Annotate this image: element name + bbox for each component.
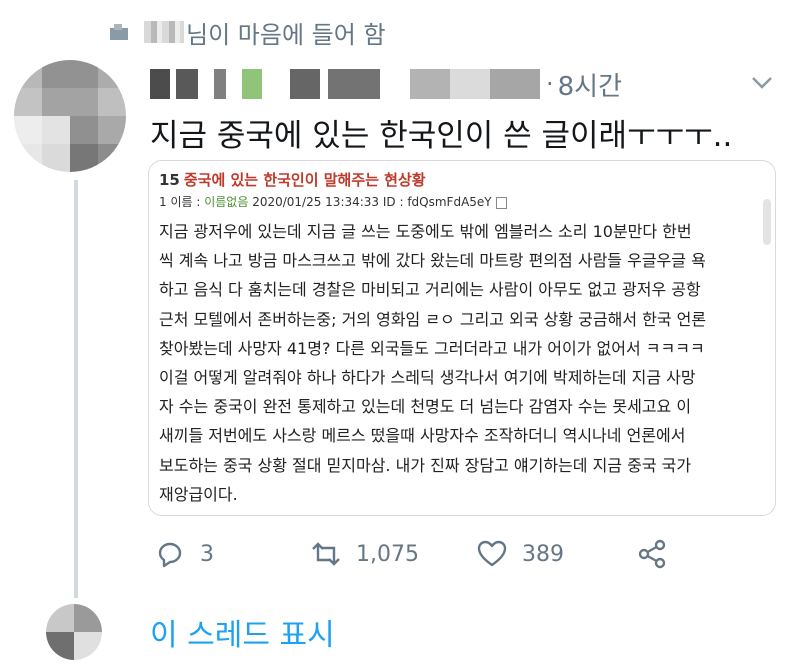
quote-line: 이걸 어떻게 알려줘야 하나 하다가 스레딕 생각나서 여기에 박제하는데 지금… [159, 368, 696, 388]
reply-icon [158, 542, 182, 568]
quote-line: 자 수는 중국이 완전 통제하고 있는데 천명도 더 넘는다 감염자 수는 못세… [159, 397, 692, 417]
tweet-timestamp[interactable]: 8시간 [558, 66, 622, 103]
tweet-text: 지금 중국에 있는 한국인이 쓴 글이래ㅜㅜㅜ.. [150, 118, 733, 154]
tweet-header: · 8시간 [150, 64, 622, 104]
thread-author-avatar[interactable] [46, 604, 102, 660]
retweet-count: 1,075 [356, 541, 419, 567]
thread-connector-line [74, 180, 78, 598]
quote-meta-prefix: 1 이름 : [159, 195, 205, 209]
quote-line: 지금 광저우에 있는데 지금 글 쓰는 도중에도 밖에 엠블러스 소리 10분만… [159, 222, 692, 241]
retweet-icon [312, 542, 340, 566]
social-context: 님이 마음에 들어 함 [108, 12, 386, 52]
retweet-button[interactable]: 1,075 [310, 536, 419, 572]
quote-body: 지금 광저우에 있는데 지금 글 쓰는 도중에도 밖에 엠블러스 소리 10분만… [159, 217, 765, 509]
quote-line: 씩 계속 나고 방금 마스크쓰고 밖에 갔다 왔는데 마트랑 편의점 사람들 우… [159, 251, 706, 271]
quote-author-name: 이름없음 [204, 195, 249, 209]
share-icon [638, 539, 666, 569]
liker-name-redacted [144, 21, 184, 43]
like-button[interactable]: 389 [476, 536, 564, 572]
copy-icon [495, 196, 507, 209]
heart-liked-icon [110, 24, 128, 40]
quote-line: 새끼들 저번에도 사스랑 메르스 떴을때 사망자수 조작하더니 역시나네 언론에… [159, 426, 686, 446]
author-name-redacted[interactable] [150, 69, 540, 99]
author-avatar[interactable] [14, 60, 126, 172]
embedded-screenshot-card[interactable]: 15 중국에 있는 한국인이 말해주는 현상황 1 이름 : 이름없음 2020/… [148, 160, 776, 516]
quote-line: 보도하는 중국 상황 절대 믿지마삼. 내가 진짜 장담고 얘기하는데 지금 중… [159, 455, 692, 475]
social-context-text: 님이 마음에 들어 함 [186, 20, 386, 49]
share-button[interactable] [636, 536, 668, 572]
quote-line: 하고 음식 다 훔치는데 경찰은 마비되고 거리에는 사람이 아무도 없고 광저… [159, 280, 701, 300]
quote-post-number: 15 [159, 171, 180, 189]
heart-icon [477, 540, 507, 567]
reply-count: 3 [200, 541, 214, 567]
quote-line: 근처 모텔에서 존버하는중; 거의 영화임 ㄹㅇ 그리고 외국 상황 궁금해서 … [159, 309, 707, 329]
quote-title: 15 중국에 있는 한국인이 말해주는 현상황 [159, 169, 426, 190]
quote-meta-rest: 2020/01/25 13:34:33 ID : fdQsmFdA5eY [248, 195, 492, 209]
quote-line: 재앙급이다. [159, 484, 238, 504]
quote-meta: 1 이름 : 이름없음 2020/01/25 13:34:33 ID : fdQ… [159, 193, 507, 210]
tweet-actions: 3 1,075 389 [154, 536, 674, 572]
show-thread-link[interactable]: 이 스레드 표시 [150, 610, 335, 654]
chevron-down-icon[interactable] [750, 74, 774, 92]
reply-button[interactable]: 3 [154, 536, 214, 572]
quote-title-text: 중국에 있는 한국인이 말해주는 현상황 [183, 171, 426, 189]
quote-line: 찾아봤는데 사망자 41명? 다른 외국들도 그러더라고 내가 어이가 없어서 … [159, 338, 705, 358]
like-count: 389 [522, 541, 564, 567]
header-separator: · [546, 70, 554, 98]
